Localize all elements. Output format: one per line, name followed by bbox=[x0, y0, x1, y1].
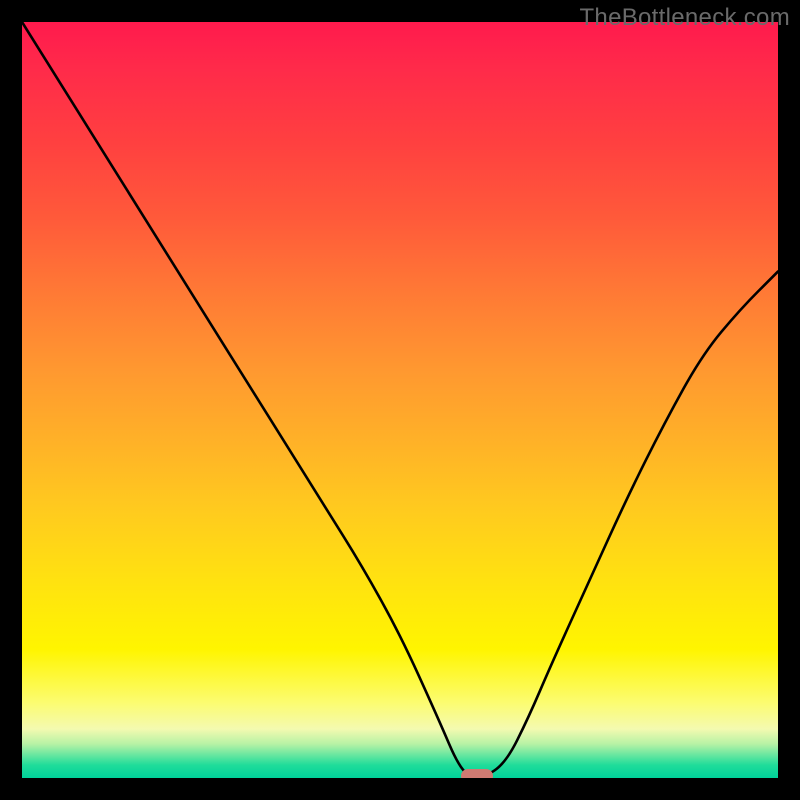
watermark-text: TheBottleneck.com bbox=[579, 4, 790, 32]
bottleneck-curve-svg bbox=[22, 22, 778, 778]
bottleneck-curve-path bbox=[22, 22, 778, 778]
chart-frame: TheBottleneck.com bbox=[0, 0, 800, 800]
optimum-marker bbox=[461, 769, 493, 778]
plot-area bbox=[22, 22, 778, 778]
